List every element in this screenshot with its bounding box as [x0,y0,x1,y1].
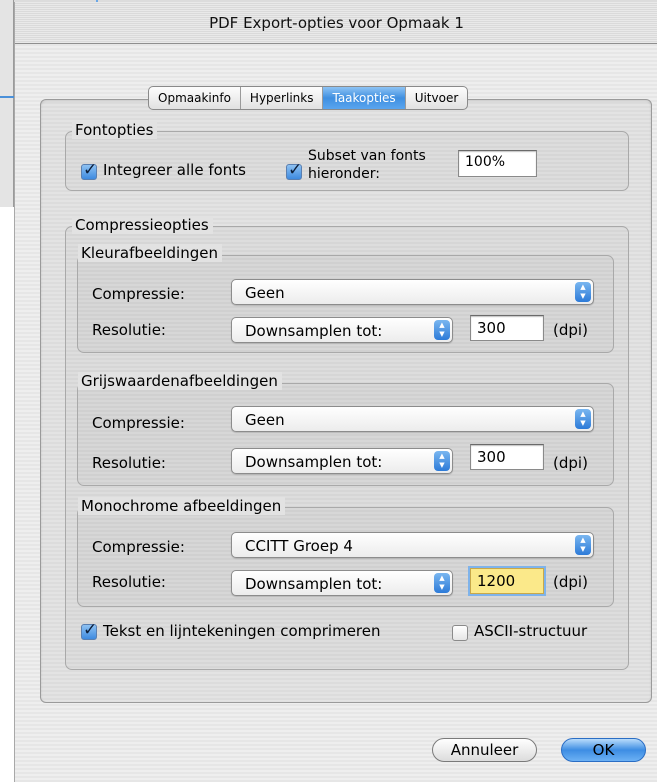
tab-uitvoer[interactable]: Uitvoer [406,87,468,109]
monochrome-resolution-label: Resolutie: [92,573,166,591]
subset-percentage-field[interactable]: 100% [458,150,537,177]
color-compression-popup[interactable]: Geen ▲ ▼ [231,279,594,305]
tab-opmaakinfo[interactable]: Opmaakinfo [149,87,241,109]
title-bar[interactable]: PDF Export-opties voor Opmaak 1 [15,2,657,44]
grayscale-resolution-field[interactable]: 300 [470,444,544,470]
embed-all-fonts-label: Integreer alle fonts [103,161,246,179]
color-compression-label: Compressie: [92,285,185,303]
color-resolution-field[interactable]: 300 [470,315,544,341]
monochrome-images-legend: Monochrome afbeeldingen [78,497,286,515]
monochrome-resolution-mode-popup[interactable]: Downsamplen tot: ▲ ▼ [231,570,453,596]
font-options-legend: Fontopties [72,121,158,139]
up-down-arrows-icon: ▲ ▼ [575,282,591,302]
up-down-arrows-icon: ▲ ▼ [434,451,450,471]
cancel-button[interactable]: Annuleer [432,738,537,762]
color-resolution-mode-popup[interactable]: Downsamplen tot: ▲ ▼ [231,317,453,343]
tab-bar: Opmaakinfo Hyperlinks Taakopties Uitvoer [148,86,469,110]
checkmark-icon: ✓ [288,160,303,180]
grayscale-compression-label: Compressie: [92,414,185,432]
color-dpi-unit: (dpi) [553,321,588,339]
subset-fonts-checkbox[interactable]: ✓ [286,160,302,180]
tab-hyperlinks[interactable]: Hyperlinks [241,87,324,109]
ascii-structure-label: ASCII-structuur [474,622,588,640]
up-down-arrows-icon: ▲ ▼ [434,573,450,593]
up-down-arrows-icon: ▲ ▼ [575,535,591,555]
checkmark-icon: ✓ [83,620,98,640]
color-resolution-label: Resolutie: [92,321,166,339]
up-down-arrows-icon: ▲ ▼ [434,320,450,340]
compress-text-label: Tekst en lijntekeningen comprimeren [103,622,381,640]
monochrome-resolution-field[interactable]: 1200 [470,568,544,594]
grayscale-images-legend: Grijswaardenafbeeldingen [78,372,282,390]
subset-fonts-label-line2: hieronder: [308,166,380,182]
monochrome-dpi-unit: (dpi) [553,573,588,591]
color-images-legend: Kleurafbeeldingen [78,244,222,262]
grayscale-compression-popup[interactable]: Geen ▲ ▼ [231,406,594,432]
compress-text-checkbox[interactable]: ✓ [81,620,97,640]
dialog-title: PDF Export-opties voor Opmaak 1 [209,14,464,32]
compression-options-legend: Compressieopties [72,216,213,234]
grayscale-resolution-mode-popup[interactable]: Downsamplen tot: ▲ ▼ [231,448,453,474]
monochrome-compression-label: Compressie: [92,538,185,556]
background-window [0,0,14,207]
grayscale-resolution-label: Resolutie: [92,454,166,472]
pdf-export-dialog: PDF Export-opties voor Opmaak 1 Opmaakin… [14,2,657,782]
monochrome-compression-popup[interactable]: CCITT Groep 4 ▲ ▼ [231,532,594,558]
checkmark-icon: ✓ [83,160,98,180]
tab-taakopties[interactable]: Taakopties [323,87,406,109]
ascii-structure-checkbox[interactable] [452,625,468,641]
subset-fonts-label-line1: Subset van fonts [308,148,426,164]
up-down-arrows-icon: ▲ ▼ [575,409,591,429]
embed-all-fonts-checkbox[interactable]: ✓ [81,160,97,180]
ok-button[interactable]: OK [561,738,646,762]
grayscale-dpi-unit: (dpi) [553,454,588,472]
